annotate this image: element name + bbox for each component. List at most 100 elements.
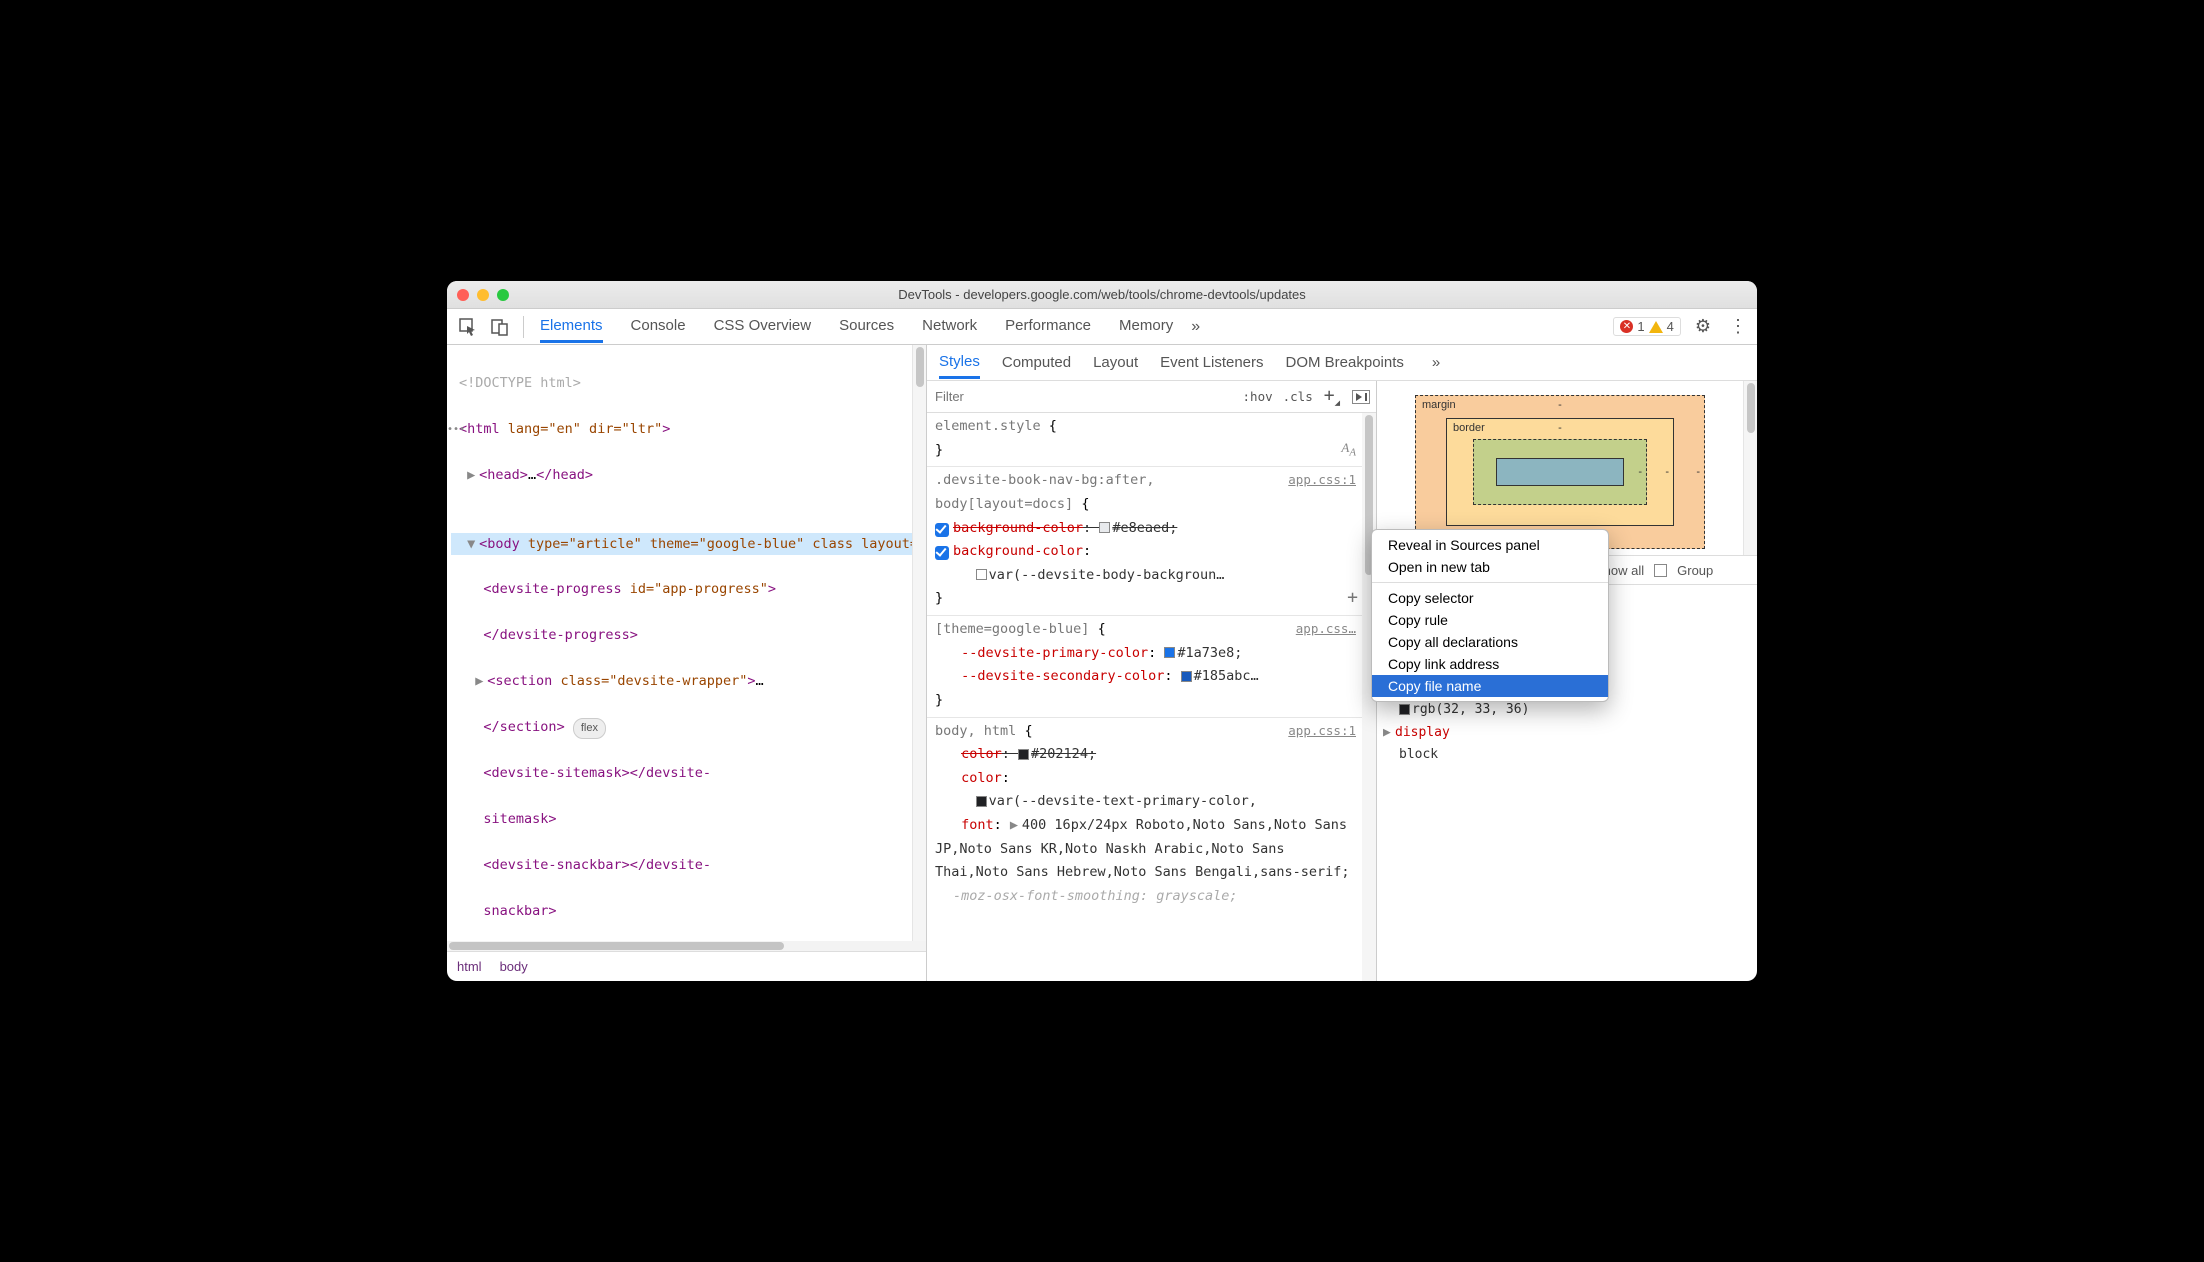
dom-sitemask-2[interactable]: sitemask> <box>451 808 912 831</box>
inspect-element-icon[interactable] <box>453 314 483 340</box>
ctx-reveal-sources[interactable]: Reveal in Sources panel <box>1372 534 1608 556</box>
crumb-html[interactable]: html <box>457 959 482 974</box>
ctx-separator <box>1372 582 1608 583</box>
dom-sitemask[interactable]: <devsite-sitemask></devsite- <box>451 762 912 785</box>
dom-horizontal-scrollbar[interactable] <box>447 941 926 951</box>
selector-text: element.style <box>935 418 1049 434</box>
declaration[interactable]: background-color: #e8eaed; <box>935 520 1177 536</box>
selector-part: [theme=google-blue] <box>935 621 1089 637</box>
insert-rule-icon[interactable]: + <box>1347 582 1358 614</box>
source-link[interactable]: app.css:1 <box>1288 720 1356 742</box>
rule-element-style[interactable]: element.style { } AA <box>927 413 1362 467</box>
panel-tabs: Elements Console CSS Overview Sources Ne… <box>540 311 1173 343</box>
declaration[interactable]: font: ▶400 16px/24px Roboto,Noto Sans,No… <box>935 817 1350 880</box>
new-style-rule-icon[interactable]: +◢ <box>1318 385 1346 409</box>
dom-section[interactable]: ▶<section class="devsite-wrapper">… <box>451 670 912 693</box>
dom-progress-open[interactable]: <devsite-progress id="app-progress"> <box>451 578 912 601</box>
styles-subtabs: Styles Computed Layout Event Listeners D… <box>927 345 1757 381</box>
toggle-print-media-icon[interactable] <box>1352 390 1370 404</box>
main-toolbar: Elements Console CSS Overview Sources Ne… <box>447 309 1757 345</box>
source-link[interactable]: app.css… <box>1296 618 1356 640</box>
dom-html-open[interactable]: <html lang="en" dir="ltr"> <box>451 418 912 441</box>
styles-filter-input[interactable] <box>927 389 1238 404</box>
ctx-copy-file-name[interactable]: Copy file name <box>1372 675 1608 697</box>
ctx-copy-link-address[interactable]: Copy link address <box>1372 653 1608 675</box>
bm-margin-label: margin <box>1422 399 1456 411</box>
warning-icon <box>1649 321 1663 333</box>
dom-snackbar[interactable]: <devsite-snackbar></devsite- <box>451 854 912 877</box>
rule-theme-google-blue[interactable]: app.css… [theme=google-blue] { --devsite… <box>927 616 1362 718</box>
titlebar: DevTools - developers.google.com/web/too… <box>447 281 1757 309</box>
styles-filter-row: :hov .cls +◢ <box>927 381 1376 413</box>
toolbar-divider <box>523 316 524 338</box>
group-checkbox[interactable] <box>1654 564 1667 577</box>
declaration[interactable]: -moz-osx-font-smoothing: grayscale; <box>935 888 1237 904</box>
styles-body[interactable]: element.style { } AA app.css:1 .devsite-… <box>927 413 1362 981</box>
rule-body-layout-docs[interactable]: app.css:1 .devsite-book-nav-bg:after, bo… <box>927 467 1362 616</box>
selector-part: html <box>984 723 1017 739</box>
tab-memory[interactable]: Memory <box>1119 311 1173 343</box>
computed-vertical-scrollbar[interactable] <box>1743 381 1757 555</box>
bm-border-label: border <box>1453 422 1485 434</box>
toggle-checkbox-icon[interactable] <box>935 546 949 560</box>
subtab-styles[interactable]: Styles <box>939 347 980 379</box>
declaration[interactable]: color: #202124; <box>935 746 1096 762</box>
tab-sources[interactable]: Sources <box>839 311 894 343</box>
elements-panel: <!DOCTYPE html> <html lang="en" dir="ltr… <box>447 345 927 981</box>
rule-body-html[interactable]: app.css:1 body, html { color: #202124; c… <box>927 718 1362 913</box>
warning-count: 4 <box>1667 319 1674 334</box>
dom-snackbar-2[interactable]: snackbar> <box>451 900 912 923</box>
dom-body-selected[interactable]: ▼<body type="article" theme="google-blue… <box>451 533 912 556</box>
context-menu: Reveal in Sources panel Open in new tab … <box>1371 529 1609 702</box>
toggle-checkbox-icon[interactable] <box>935 523 949 537</box>
subtab-computed[interactable]: Computed <box>1002 354 1071 371</box>
dom-progress-close[interactable]: </devsite-progress> <box>451 624 912 647</box>
subtab-layout[interactable]: Layout <box>1093 354 1138 371</box>
dom-head[interactable]: ▶<head>…</head> <box>451 464 912 487</box>
subtab-dom-breakpoints[interactable]: DOM Breakpoints <box>1286 354 1404 371</box>
dom-vertical-scrollbar[interactable] <box>912 345 926 941</box>
declaration[interactable]: color: var(--devsite-text-primary-color, <box>935 770 1257 810</box>
window-title: DevTools - developers.google.com/web/too… <box>447 287 1757 302</box>
tab-performance[interactable]: Performance <box>1005 311 1091 343</box>
flex-badge[interactable]: flex <box>573 718 606 739</box>
settings-icon[interactable]: ⚙ <box>1691 316 1715 337</box>
dom-doctype[interactable]: <!DOCTYPE html> <box>451 372 912 395</box>
ctx-copy-declarations[interactable]: Copy all declarations <box>1372 631 1608 653</box>
crumb-body[interactable]: body <box>500 959 528 974</box>
selector-part: body[layout=docs] <box>935 496 1073 512</box>
issue-badges[interactable]: ✕ 1 4 <box>1613 317 1680 336</box>
error-icon: ✕ <box>1620 320 1633 333</box>
ctx-copy-selector[interactable]: Copy selector <box>1372 587 1608 609</box>
styles-pane: :hov .cls +◢ element.style { } AA <box>927 381 1377 981</box>
tab-console[interactable]: Console <box>631 311 686 343</box>
styles-filter-tools: :hov .cls +◢ <box>1238 385 1376 409</box>
dom-tree[interactable]: <!DOCTYPE html> <html lang="en" dir="ltr… <box>447 345 912 941</box>
selector-part: .devsite-book-nav-bg:after <box>935 472 1146 488</box>
group-label: Group <box>1677 563 1713 578</box>
tab-elements[interactable]: Elements <box>540 311 603 343</box>
selector-part: body <box>935 723 968 739</box>
declaration[interactable]: --devsite-secondary-color: #185abc… <box>935 668 1259 684</box>
device-toolbar-icon[interactable] <box>485 314 515 340</box>
breadcrumb: html body <box>447 951 926 981</box>
error-count: 1 <box>1637 319 1644 334</box>
source-link[interactable]: app.css:1 <box>1288 469 1356 491</box>
ctx-open-new-tab[interactable]: Open in new tab <box>1372 556 1608 578</box>
hov-toggle[interactable]: :hov <box>1238 389 1278 404</box>
more-tabs-icon[interactable]: » <box>1191 318 1200 336</box>
dom-ellipsis-icon: ••• <box>447 421 465 438</box>
subtab-more-icon[interactable]: » <box>1432 354 1440 371</box>
subtab-event-listeners[interactable]: Event Listeners <box>1160 354 1263 371</box>
tab-css-overview[interactable]: CSS Overview <box>714 311 812 343</box>
declaration[interactable]: --devsite-primary-color: #1a73e8; <box>935 645 1242 661</box>
cls-toggle[interactable]: .cls <box>1278 389 1318 404</box>
computed-row[interactable]: ▶displayblock <box>1383 722 1751 766</box>
dom-section-close[interactable]: </section> flex <box>451 716 912 739</box>
tab-network[interactable]: Network <box>922 311 977 343</box>
kebab-menu-icon[interactable]: ⋮ <box>1725 316 1751 337</box>
declaration[interactable]: background-color: var(--devsite-body-bac… <box>935 543 1224 583</box>
toolbar-right: ✕ 1 4 ⚙ ⋮ <box>1613 316 1751 337</box>
ctx-copy-rule[interactable]: Copy rule <box>1372 609 1608 631</box>
font-editor-icon[interactable]: AA <box>1341 437 1356 463</box>
